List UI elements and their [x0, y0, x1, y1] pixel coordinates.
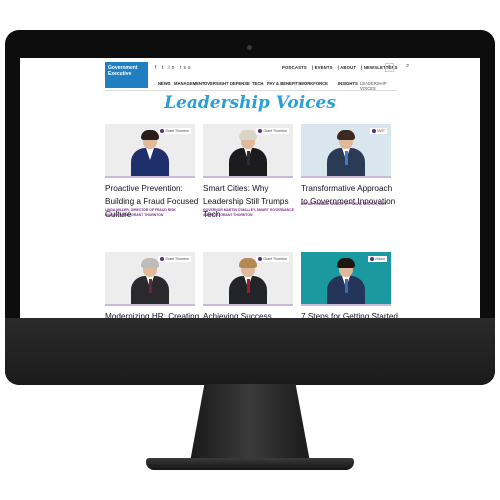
site-header: Government Executive f t in rss PODCASTS… — [20, 58, 480, 88]
thumbnail-accent-bar — [203, 176, 293, 178]
monitor-base — [146, 458, 354, 470]
logo-line-2: Executive — [108, 71, 132, 77]
sponsor-logo-icon — [372, 129, 377, 134]
article-thumbnail[interactable]: Grant Thornton — [203, 124, 293, 176]
menu-icon[interactable]: ≡ — [385, 63, 394, 72]
thumbnail-accent-bar — [105, 304, 195, 306]
nav-divider — [105, 90, 397, 91]
portrait-photo — [325, 258, 367, 304]
thumbnail-accent-bar — [301, 304, 391, 306]
link-events[interactable]: EVENTS — [315, 65, 333, 70]
page-title: Leadership Voices — [164, 93, 336, 113]
article-title[interactable]: Achieving Success — [203, 310, 303, 318]
nav-management[interactable]: MANAGEMENT — [174, 81, 204, 86]
nav-defense[interactable]: DEFENSE — [230, 81, 250, 86]
main-nav: NEWS MANAGEMENT OVERSIGHT DEFENSE TECH P… — [150, 78, 400, 91]
monitor-chin — [5, 318, 495, 385]
portrait-photo — [129, 130, 171, 176]
portrait-photo — [129, 258, 171, 304]
monitor-stand — [190, 384, 310, 462]
link-about[interactable]: ABOUT — [340, 65, 356, 70]
sponsor-name: Valiant — [374, 257, 385, 261]
article-author: Linda Miller, Director of Fraud Risk Man… — [105, 208, 176, 217]
article-author: Governor Martin O'Malley, Smart Governan… — [203, 208, 295, 217]
sponsor-logo: Valiant — [367, 256, 387, 263]
portrait-photo — [227, 258, 269, 304]
thumbnail-accent-bar — [203, 304, 293, 306]
article-thumbnail[interactable]: NWT — [301, 124, 391, 176]
article-thumbnail[interactable]: Grant Thornton — [203, 252, 293, 304]
nav-news[interactable]: NEWS — [158, 81, 171, 86]
article-thumbnail[interactable]: Grant Thornton — [105, 124, 195, 176]
camera-icon — [247, 45, 252, 50]
nav-oversight[interactable]: OVERSIGHT — [204, 81, 229, 86]
article-thumbnail[interactable]: Grant Thornton — [105, 252, 195, 304]
thumbnail-accent-bar — [105, 176, 195, 178]
article-title[interactable]: Modernizing HR: Creating — [105, 310, 205, 318]
sponsor-logo-icon — [369, 257, 374, 262]
nav-tech[interactable]: TECH — [252, 81, 263, 86]
nav-insights[interactable]: INSIGHTS — [338, 81, 358, 86]
portrait-photo — [325, 130, 367, 176]
search-icon[interactable]: ⌕ — [406, 63, 415, 72]
article-thumbnail[interactable]: Valiant — [301, 252, 391, 304]
portrait-photo — [227, 130, 269, 176]
article-author: Bryan Thomas, Senior VP Public Sector, N… — [301, 202, 387, 206]
nav-workforce[interactable]: WORKFORCE — [300, 81, 328, 86]
sponsor-name: NWT — [377, 129, 385, 133]
thumbnail-accent-bar — [301, 176, 391, 178]
article-title[interactable]: 7 Steps for Getting Started — [301, 310, 401, 318]
sponsor-logo: NWT — [370, 128, 387, 135]
site-logo[interactable]: Government Executive — [105, 62, 148, 88]
social-icons[interactable]: f t in rss — [155, 65, 193, 71]
nav-pay-benefits[interactable]: PAY & BENEFITS — [267, 81, 301, 86]
screen: Government Executive f t in rss PODCASTS… — [20, 58, 480, 318]
link-podcasts[interactable]: PODCASTS — [282, 65, 307, 70]
